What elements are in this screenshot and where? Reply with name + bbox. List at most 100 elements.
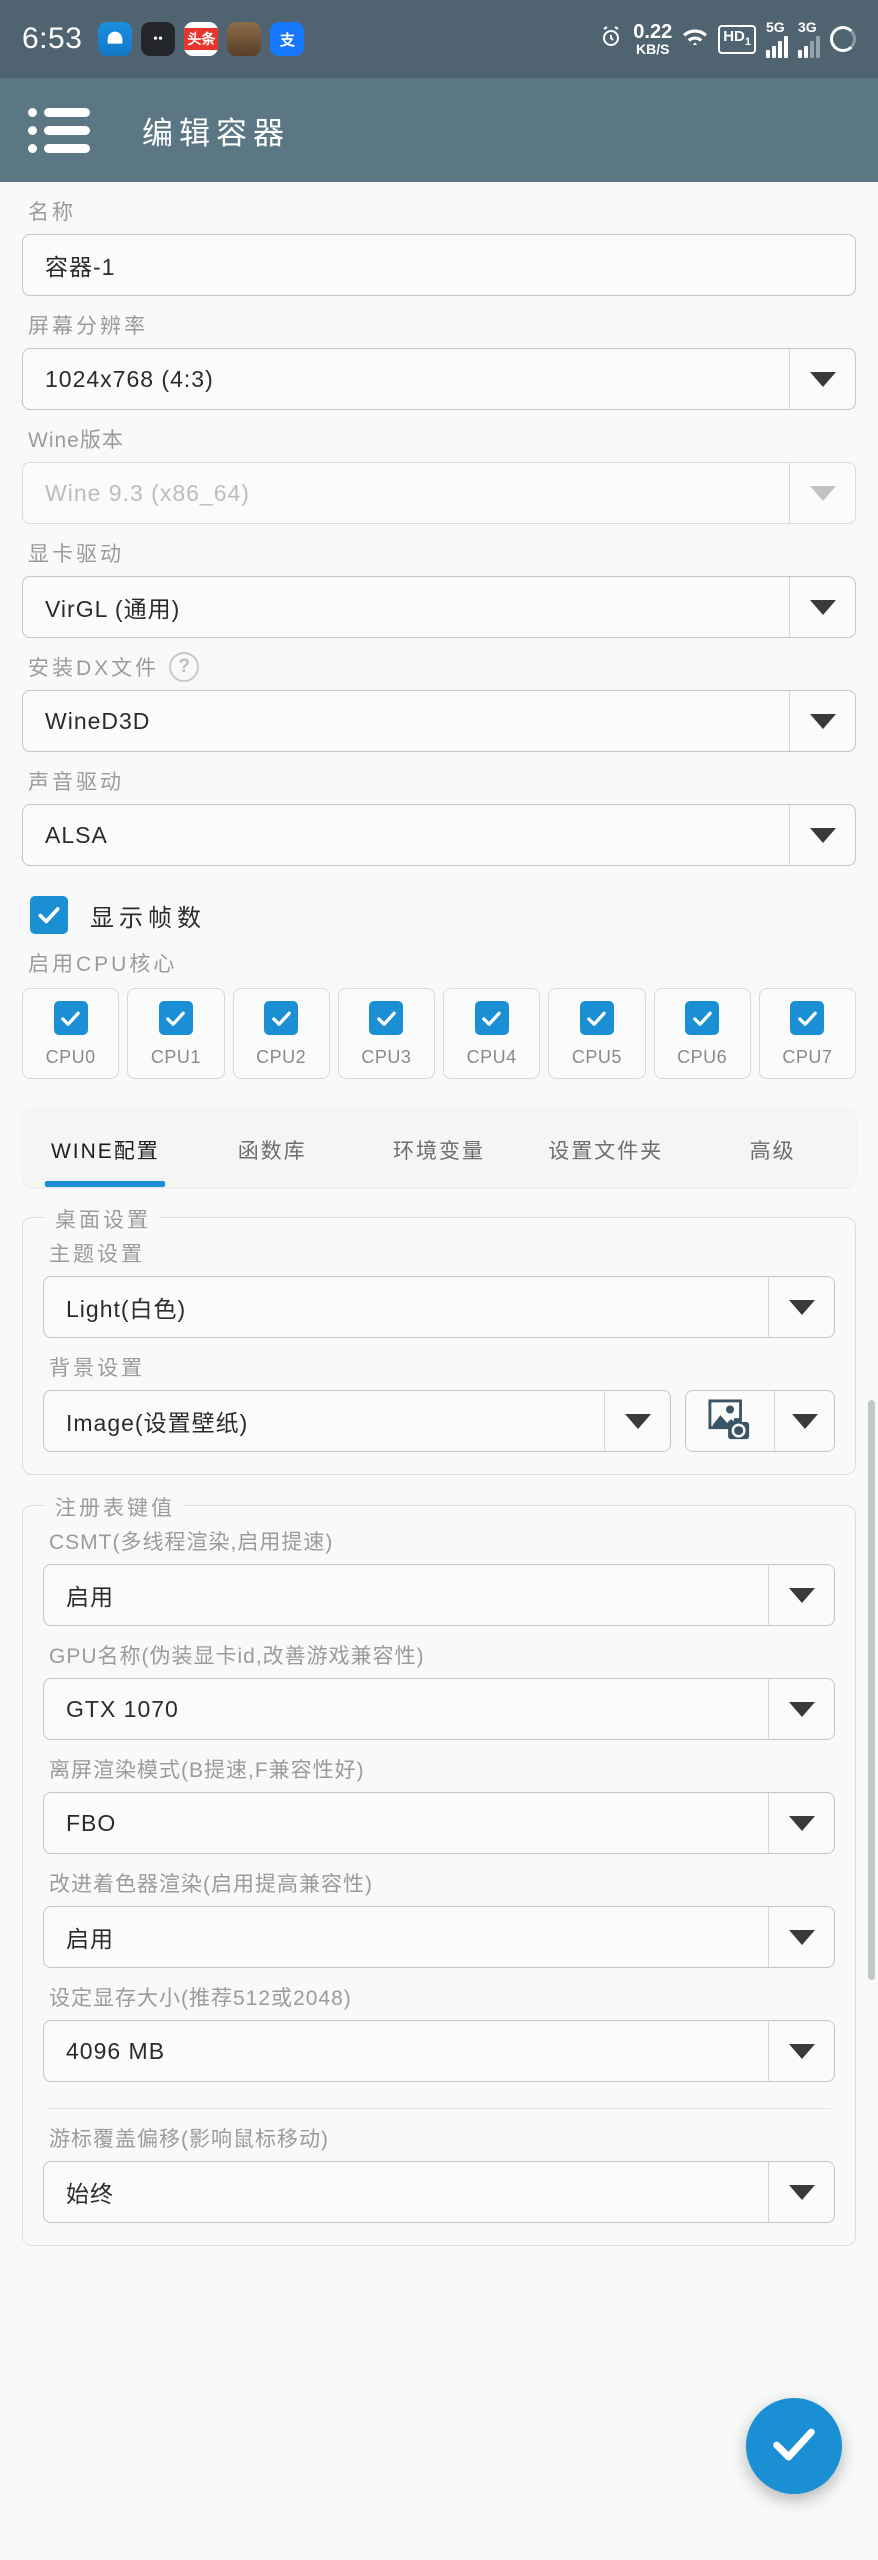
tab-advanced[interactable]: 高级	[689, 1135, 856, 1187]
graphics-driver-select[interactable]: VirGL (通用)	[22, 576, 856, 638]
chevron-down-icon	[768, 1277, 834, 1337]
desktop-settings-group: 桌面设置 主题设置 Light(白色) 背景设置 Image(设置壁纸)	[22, 1204, 856, 1475]
dx-files-label: 安装DX文件	[28, 657, 160, 680]
background-label: 背景设置	[49, 1357, 145, 1380]
checkbox-checked-icon[interactable]	[474, 1001, 509, 1035]
status-system-icons: 0.22 KB/S HD1 5G 3G	[599, 20, 856, 58]
cpu-core-item[interactable]: CPU6	[653, 988, 751, 1079]
background-value: Image(设置壁纸)	[66, 1410, 249, 1436]
checkbox-checked-icon[interactable]	[30, 896, 68, 934]
chevron-down-icon	[604, 1391, 670, 1451]
chevron-down-icon	[789, 805, 855, 865]
wine-version-label: Wine版本	[28, 429, 124, 452]
chevron-down-icon	[768, 2162, 834, 2222]
theme-label: 主题设置	[49, 1243, 145, 1266]
theme-select[interactable]: Light(白色)	[43, 1276, 835, 1338]
checkbox-checked-icon[interactable]	[369, 1001, 404, 1035]
registry-settings-group: 注册表键值 CSMT(多线程渲染,启用提速) 启用 GPU名称(伪装显卡id,改…	[22, 1492, 856, 2246]
cpu-core-item[interactable]: CPU4	[443, 988, 541, 1079]
gpu-name-label: GPU名称(伪装显卡id,改善游戏兼容性)	[49, 1645, 425, 1668]
offscreen-render-value: FBO	[66, 1809, 117, 1836]
cpu-core-label: CPU6	[677, 1047, 728, 1067]
check-icon	[768, 2418, 820, 2475]
dark-app-icon	[141, 22, 176, 56]
checkbox-checked-icon[interactable]	[579, 1001, 614, 1035]
name-label: 名称	[28, 201, 76, 224]
vram-size-label: 设定显存大小(推荐512或2048)	[49, 1987, 352, 2010]
resolution-select[interactable]: 1024x768 (4:3)	[22, 348, 856, 410]
checkbox-checked-icon[interactable]	[53, 1001, 88, 1035]
chevron-down-icon	[768, 1679, 834, 1739]
cursor-offset-label: 游标覆盖偏移(影响鼠标移动)	[49, 2128, 329, 2151]
graphics-driver-value: VirGL (通用)	[45, 596, 181, 622]
wine-version-value: Wine 9.3 (x86_64)	[45, 479, 250, 506]
cpu-core-label: CPU4	[466, 1047, 517, 1067]
alarm-clock-icon	[599, 25, 623, 54]
cpu-core-item[interactable]: CPU1	[127, 988, 225, 1079]
status-notification-icons: 头条 支	[98, 22, 305, 56]
shader-render-value: 启用	[66, 1926, 114, 1952]
scrollbar-thumb[interactable]	[868, 1400, 875, 1980]
chevron-down-icon	[768, 1907, 834, 1967]
csmt-value: 启用	[66, 1584, 114, 1610]
registry-settings-legend: 注册表键值	[45, 1492, 185, 1522]
sound-driver-label: 声音驱动	[28, 771, 124, 794]
sound-driver-value: ALSA	[45, 821, 108, 848]
csmt-select[interactable]: 启用	[43, 1564, 835, 1626]
checkbox-checked-icon[interactable]	[264, 1001, 299, 1035]
chevron-down-icon	[768, 1565, 834, 1625]
background-select[interactable]: Image(设置壁纸)	[43, 1390, 671, 1452]
checkbox-checked-icon[interactable]	[790, 1001, 825, 1035]
checkbox-checked-icon[interactable]	[158, 1001, 193, 1035]
tab-wine-config[interactable]: WINE配置	[22, 1135, 189, 1187]
cpu-core-item[interactable]: CPU0	[22, 988, 120, 1079]
dx-files-select[interactable]: WineD3D	[22, 690, 856, 752]
checkbox-checked-icon[interactable]	[685, 1001, 720, 1035]
battery-circle-icon	[830, 26, 856, 52]
chevron-down-icon	[768, 1793, 834, 1853]
settings-scroll-area[interactable]: 名称 容器-1 屏幕分辨率 1024x768 (4:3) Wine版本 Wine…	[0, 182, 878, 2560]
tab-settings-folder[interactable]: 设置文件夹	[522, 1135, 689, 1187]
image-camera-icon[interactable]	[686, 1391, 774, 1451]
cpu-core-item[interactable]: CPU5	[548, 988, 646, 1079]
app-bar: 编辑容器	[0, 78, 878, 182]
chevron-down-icon[interactable]	[774, 1391, 834, 1451]
show-fps-checkbox-row[interactable]: 显示帧数	[30, 896, 856, 934]
tab-env-variables[interactable]: 环境变量	[356, 1135, 523, 1187]
cursor-offset-select[interactable]: 始终	[43, 2161, 835, 2223]
sim1-signal-icon: 5G	[766, 20, 788, 58]
cursor-offset-value: 始终	[66, 2181, 114, 2207]
show-fps-label: 显示帧数	[90, 904, 206, 932]
shader-render-select[interactable]: 启用	[43, 1906, 835, 1968]
sim2-signal-icon: 3G	[798, 20, 820, 58]
cpu-core-label: CPU0	[45, 1047, 96, 1067]
save-button[interactable]	[746, 2398, 842, 2494]
cpu-core-label: CPU1	[150, 1047, 201, 1067]
cpu-core-item[interactable]: CPU3	[337, 988, 435, 1079]
chevron-down-icon	[789, 577, 855, 637]
list-menu-icon[interactable]	[28, 107, 90, 153]
background-row: Image(设置壁纸)	[43, 1390, 835, 1452]
graphics-driver-label: 显卡驱动	[28, 543, 124, 566]
offscreen-render-select[interactable]: FBO	[43, 1792, 835, 1854]
dx-files-value: WineD3D	[45, 707, 151, 734]
chevron-down-icon	[789, 691, 855, 751]
vram-size-select[interactable]: 4096 MB	[43, 2020, 835, 2082]
app-root: 6:53 头条 支 0.22 KB/S HD1 5G 3G 编辑容器 名称 容器…	[0, 0, 878, 2560]
wallpaper-picker[interactable]	[685, 1390, 835, 1452]
cpu-core-item[interactable]: CPU2	[232, 988, 330, 1079]
vram-size-value: 4096 MB	[66, 2037, 166, 2064]
status-bar: 6:53 头条 支 0.22 KB/S HD1 5G 3G	[0, 0, 878, 78]
gpu-name-select[interactable]: GTX 1070	[43, 1678, 835, 1740]
resolution-label: 屏幕分辨率	[28, 315, 148, 338]
name-input[interactable]: 容器-1	[22, 234, 856, 296]
sound-driver-select[interactable]: ALSA	[22, 804, 856, 866]
page-title: 编辑容器	[142, 115, 290, 151]
question-mark-icon[interactable]: ?	[169, 652, 200, 682]
chevron-down-icon	[789, 463, 855, 523]
cpu-core-item[interactable]: CPU7	[758, 988, 856, 1079]
chevron-down-icon	[768, 2021, 834, 2081]
tab-libraries[interactable]: 函数库	[189, 1135, 356, 1187]
toutiao-icon: 头条	[184, 22, 219, 56]
csmt-label: CSMT(多线程渲染,启用提速)	[49, 1531, 334, 1554]
